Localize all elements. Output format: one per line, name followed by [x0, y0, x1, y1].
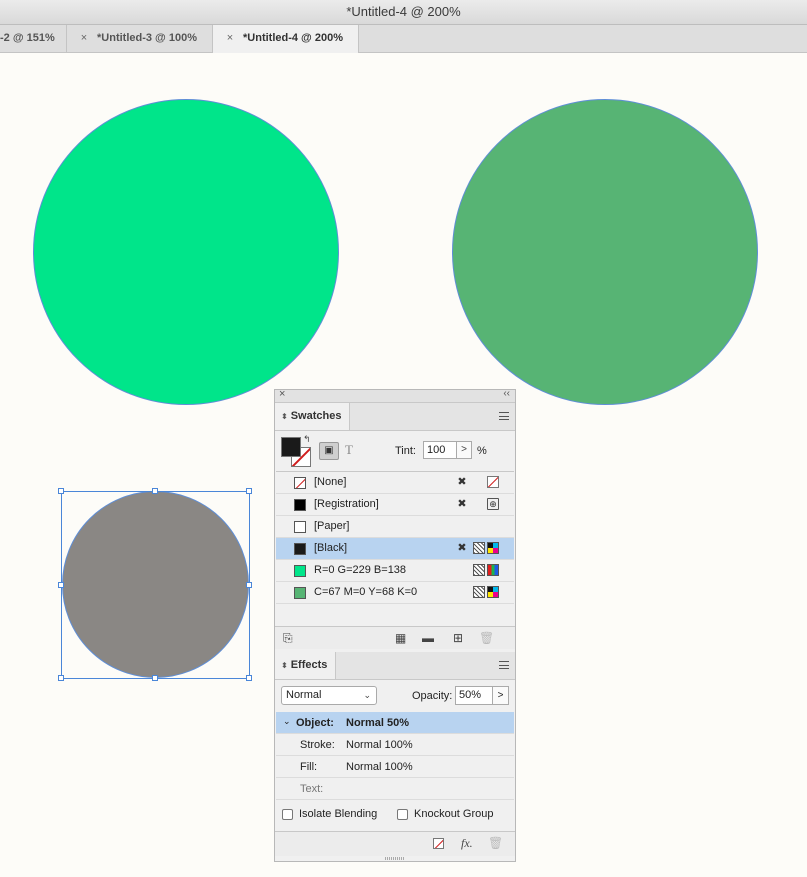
clear-effects-icon[interactable]: [433, 838, 444, 849]
tab-label: *Untitled-4 @ 200%: [243, 32, 343, 44]
process-icon: [473, 542, 485, 554]
swatches-header: ⬍ Swatches: [275, 403, 515, 431]
selection-bounding-box[interactable]: [61, 491, 250, 679]
swatch-list[interactable]: [None] ✖ [Registration] ✖ ⊕ [Paper] [Bla…: [276, 471, 514, 626]
opacity-label: Opacity:: [412, 690, 453, 702]
no-edit-icon: ✖: [457, 498, 467, 510]
close-icon[interactable]: ×: [279, 388, 285, 400]
collapse-icon[interactable]: ‹‹: [503, 388, 510, 399]
tint-unit: %: [477, 445, 487, 457]
registration-icon: ⊕: [487, 498, 499, 510]
opacity-input[interactable]: 50%: [455, 686, 493, 705]
cmyk-icon: [487, 586, 499, 598]
new-color-group-icon[interactable]: ▬: [422, 631, 434, 645]
show-swatch-kinds-icon[interactable]: ▦: [395, 631, 406, 645]
opacity-stepper[interactable]: >: [492, 686, 509, 705]
knockout-group-checkbox[interactable]: [397, 809, 408, 820]
knockout-group-label: Knockout Group: [414, 808, 494, 820]
effects-footer: fx. 🗑: [275, 831, 515, 856]
resize-handle-bottom-left[interactable]: [58, 675, 64, 681]
document-tab-bar: -2 @ 151% × *Untitled-3 @ 100% × *Untitled…: [0, 25, 807, 53]
swap-fill-stroke-icon[interactable]: ↰: [303, 434, 311, 445]
tab-untitled-4[interactable]: × *Untitled-4 @ 200%: [213, 25, 359, 53]
resize-handle-top-left[interactable]: [58, 488, 64, 494]
swatch-row-paper[interactable]: [Paper]: [276, 516, 514, 538]
trash-icon[interactable]: 🗑: [479, 631, 494, 645]
effects-row-stroke[interactable]: Stroke: Normal 100%: [276, 734, 514, 756]
process-icon: [473, 586, 485, 598]
bright-green-circle[interactable]: [33, 99, 339, 405]
swatch-row-registration[interactable]: [Registration] ✖ ⊕: [276, 494, 514, 516]
swatch-chip: [294, 543, 306, 555]
none-type-icon: [487, 476, 499, 488]
close-icon[interactable]: ×: [77, 25, 91, 52]
tab-untitled-2[interactable]: -2 @ 151%: [0, 25, 67, 52]
no-edit-icon: ✖: [457, 476, 467, 488]
effects-row-fill[interactable]: Fill: Normal 100%: [276, 756, 514, 778]
chevron-down-icon[interactable]: ⌄: [283, 716, 291, 727]
swatch-views-icon[interactable]: ⎘: [283, 631, 293, 645]
process-icon: [473, 564, 485, 576]
resize-handle-right[interactable]: [246, 582, 252, 588]
isolate-blending-label: Isolate Blending: [299, 808, 378, 820]
resize-handle-top[interactable]: [152, 488, 158, 494]
isolate-blending-checkbox[interactable]: [282, 809, 293, 820]
formatting-text-button[interactable]: T: [345, 442, 353, 458]
square-icon: ▣: [324, 445, 334, 456]
swatch-chip: [294, 477, 306, 489]
effects-row-object[interactable]: ⌄ Object: Normal 50%: [276, 712, 514, 734]
close-icon[interactable]: ×: [223, 25, 237, 52]
swatch-chip: [294, 565, 306, 577]
tab-label: *Untitled-3 @ 100%: [97, 32, 197, 44]
tab-swatches[interactable]: ⬍ Swatches: [275, 403, 351, 430]
formatting-container-button[interactable]: ▣: [319, 442, 339, 460]
resize-handle-bottom-right[interactable]: [246, 675, 252, 681]
swatch-row-cmyk-green[interactable]: C=67 M=0 Y=68 K=0: [276, 582, 514, 604]
window-title: *Untitled-4 @ 200%: [0, 0, 807, 25]
panel-top-bar[interactable]: × ‹‹: [275, 388, 515, 403]
tint-stepper[interactable]: >: [456, 441, 472, 459]
updown-icon: ⬍: [281, 412, 288, 421]
effects-header: ⬍ Effects: [275, 652, 515, 680]
swatches-effects-panel: × ‹‹ ⬍ Swatches ↰ ▣ T Tint: 100 > % [None…: [274, 388, 516, 862]
muted-green-circle[interactable]: [452, 99, 758, 405]
swatch-row-rgb-green[interactable]: R=0 G=229 B=138: [276, 560, 514, 582]
tab-effects[interactable]: ⬍ Effects: [275, 652, 337, 679]
blend-mode-select[interactable]: Normal ⌄: [281, 686, 377, 705]
new-swatch-icon[interactable]: ⊞: [453, 631, 463, 645]
cmyk-icon: [487, 542, 499, 554]
rgb-icon: [487, 564, 499, 576]
no-edit-icon: ✖: [457, 542, 467, 554]
resize-handle-bottom[interactable]: [152, 675, 158, 681]
tab-label: -2 @ 151%: [0, 32, 55, 44]
swatch-row-black[interactable]: [Black] ✖: [276, 538, 514, 560]
swatch-row-none[interactable]: [None] ✖: [276, 472, 514, 494]
resize-handle-left[interactable]: [58, 582, 64, 588]
fill-stroke-proxy[interactable]: ↰: [281, 434, 311, 467]
swatch-chip: [294, 499, 306, 511]
swatch-chip: [294, 587, 306, 599]
resize-grip[interactable]: [385, 857, 405, 860]
tint-input[interactable]: 100: [423, 441, 457, 459]
fill-swatch[interactable]: [281, 437, 301, 457]
chevron-down-icon: ⌄: [363, 690, 371, 700]
swatches-footer: ⎘ ▦ ▬ ⊞ 🗑: [275, 626, 515, 649]
panel-menu-icon[interactable]: [499, 412, 509, 420]
effects-row-text[interactable]: Text:: [276, 778, 514, 800]
resize-handle-top-right[interactable]: [246, 488, 252, 494]
updown-icon: ⬍: [281, 661, 288, 670]
tab-untitled-3[interactable]: × *Untitled-3 @ 100%: [67, 25, 213, 52]
panel-menu-icon[interactable]: [499, 661, 509, 669]
fx-icon[interactable]: fx.: [461, 836, 473, 850]
swatch-chip: [294, 521, 306, 533]
tint-label: Tint:: [395, 445, 416, 457]
trash-icon[interactable]: 🗑: [488, 836, 503, 850]
